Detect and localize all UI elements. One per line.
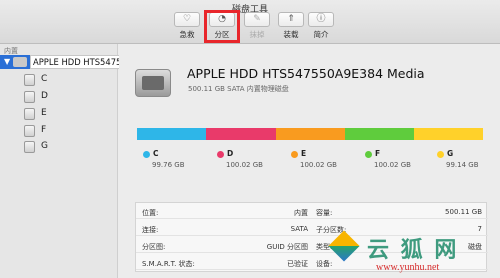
partition-segment-c[interactable] (137, 128, 207, 140)
partition-segment-e[interactable] (275, 128, 345, 140)
volume-label: F (41, 125, 47, 135)
volume-icon (24, 141, 35, 153)
first-aid-button[interactable]: ♡ 急救 (168, 12, 206, 40)
volume-label: E (41, 108, 47, 118)
info-row: 位置: 内置 容量: 500.11 GB (136, 205, 488, 219)
legend-name: D (227, 149, 234, 158)
info-key: 分区图: (142, 243, 166, 251)
watermark-url: www.yunhu.net (376, 262, 440, 273)
volume-icon (24, 91, 35, 103)
legend-dot-icon (437, 151, 444, 158)
info-key: 连接: (142, 226, 159, 234)
stethoscope-icon: ♡ (174, 12, 200, 27)
info-value: 内置 (294, 209, 308, 217)
volume-icon (24, 74, 35, 86)
mount-icon: ⇑ (278, 12, 304, 27)
legend-name: E (301, 149, 307, 158)
info-icon: ⓘ (308, 12, 334, 27)
legend-name: F (375, 149, 381, 158)
erase-icon: ✎ (244, 12, 270, 27)
volume-icon (24, 125, 35, 137)
info-value: 7 (477, 225, 482, 233)
hard-drive-icon (135, 69, 171, 97)
legend-dot-icon (143, 151, 150, 158)
hard-drive-icon (13, 57, 27, 67)
sidebar-item-volume-d[interactable]: D (24, 90, 116, 104)
sidebar-item-volume-e[interactable]: E (24, 107, 116, 121)
sidebar-item-volume-g[interactable]: G (24, 140, 116, 154)
legend-dot-icon (365, 151, 372, 158)
volume-label: G (41, 141, 48, 151)
disk-title: APPLE HDD HTS547550A9E384 Media (187, 66, 425, 81)
volume-label: D (41, 91, 48, 101)
legend-name: G (447, 149, 454, 158)
partition-segment-d[interactable] (206, 128, 276, 140)
legend-size: 99.76 GB (152, 161, 185, 169)
window-toolbar: 磁盘工具 ♡ 急救 ◔ 分区 ✎ 抹掉 ⇑ 装载 ⓘ 简介 (0, 0, 500, 44)
legend-name: C (153, 149, 159, 158)
disclosure-triangle-icon[interactable]: ▼ (4, 57, 10, 66)
erase-button[interactable]: ✎ 抹掉 (238, 12, 276, 40)
erase-label: 抹掉 (249, 30, 265, 39)
first-aid-label: 急救 (179, 30, 195, 39)
sidebar: 内置 ▼ C D E F G (0, 44, 118, 278)
disk-subtitle: 500.11 GB SATA 内置物理磁盘 (188, 85, 289, 93)
volume-icon (24, 108, 35, 120)
info-key: 容量: (316, 209, 333, 217)
info-key: 位置: (142, 209, 159, 217)
partition-segment-f[interactable] (344, 128, 415, 140)
partition-highlight-box (204, 10, 240, 43)
legend-dot-icon (217, 151, 224, 158)
legend-size: 100.02 GB (374, 161, 411, 169)
watermark-logo-icon (327, 230, 363, 264)
info-label: 简介 (313, 30, 329, 39)
legend-dot-icon (291, 151, 298, 158)
volume-label: C (41, 74, 48, 84)
watermark-text: 云 狐 网 (367, 238, 459, 263)
legend-size: 100.02 GB (226, 161, 263, 169)
info-value: 磁盘 (468, 243, 482, 251)
info-key: S.M.A.R.T. 状态: (142, 260, 195, 268)
legend-size: 99.14 GB (446, 161, 479, 169)
info-button[interactable]: ⓘ 简介 (302, 12, 340, 40)
partition-segment-g[interactable] (414, 128, 483, 140)
legend-size: 100.02 GB (300, 161, 337, 169)
info-value: 500.11 GB (445, 208, 482, 216)
sidebar-item-volume-c[interactable]: C (24, 73, 116, 87)
sidebar-item-volume-f[interactable]: F (24, 124, 116, 138)
partition-usage-bar (137, 128, 483, 140)
info-value: GUID 分区图 (266, 243, 308, 251)
info-value: SATA (290, 225, 308, 233)
info-value: 已验证 (287, 260, 308, 268)
